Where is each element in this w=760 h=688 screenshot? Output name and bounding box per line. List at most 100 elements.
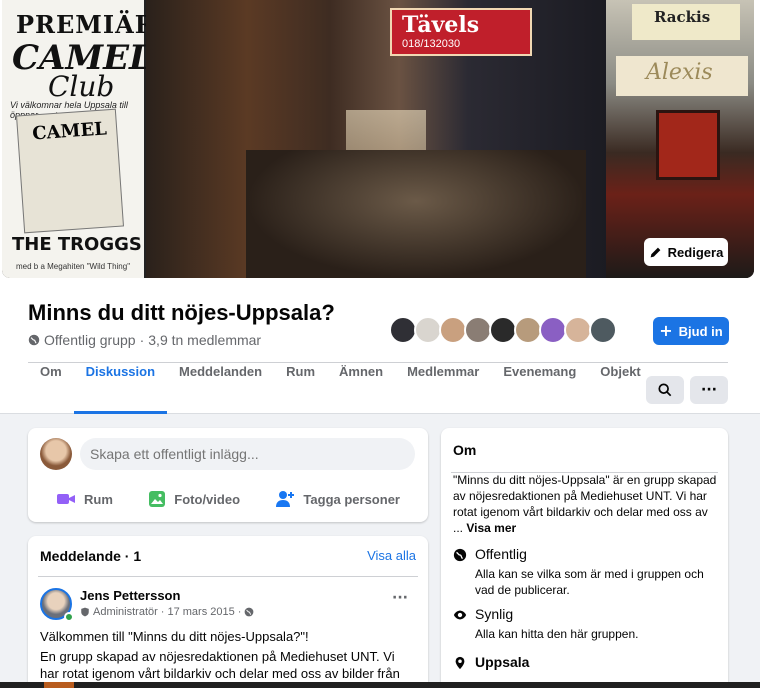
- avatar[interactable]: [439, 316, 467, 344]
- about-item-desc: Alla kan se vilka som är med i gruppen o…: [475, 567, 704, 597]
- room-button[interactable]: Rum: [40, 484, 129, 514]
- poster-text: THE TROGGS: [12, 234, 142, 255]
- avatar[interactable]: [589, 316, 617, 344]
- avatar[interactable]: [489, 316, 517, 344]
- tab-objekt[interactable]: Objekt: [588, 364, 652, 414]
- taskbar: [0, 682, 760, 688]
- about-item-title[interactable]: Uppsala: [475, 654, 529, 670]
- room-label: Rum: [84, 491, 113, 507]
- more-icon: ···: [701, 382, 717, 398]
- divider: [38, 576, 418, 577]
- rackis-sign: Rackis: [632, 4, 740, 40]
- about-item-public: Offentlig Alla kan se vilka som är med i…: [453, 546, 721, 597]
- tag-people-button[interactable]: Tagga personer: [259, 484, 416, 514]
- group-subtitle: Offentlig grupp · 3,9 tn medlemmar: [28, 332, 261, 348]
- tab-amnen[interactable]: Ämnen: [327, 364, 395, 414]
- tab-meddelanden[interactable]: Meddelanden: [167, 364, 274, 414]
- taskbar-app[interactable]: [44, 682, 74, 688]
- about-item-visible: Synlig Alla kan hitta den här gruppen.: [453, 606, 721, 646]
- avatar[interactable]: [40, 438, 72, 470]
- post-role: Administratör: [93, 606, 158, 618]
- about-card: Om "Minns du ditt nöjes-Uppsala" är en g…: [441, 428, 728, 688]
- street-sign-name: Tävels: [402, 12, 480, 38]
- group-tabs: Om Diskussion Meddelanden Rum Ämnen Medl…: [28, 364, 653, 414]
- post-meta: Administratör · 17 mars 2015 ·: [80, 606, 254, 618]
- invite-button[interactable]: + Bjud in: [653, 317, 729, 345]
- avatar[interactable]: [539, 316, 567, 344]
- location-pin-icon: [455, 656, 465, 670]
- edit-cover-button[interactable]: Redigera: [644, 238, 728, 266]
- alexis-sign: Alexis: [616, 56, 748, 96]
- globe-icon: [453, 548, 467, 562]
- divider: [28, 362, 728, 363]
- tab-evenemang[interactable]: Evenemang: [491, 364, 588, 414]
- about-item-title: Offentlig: [475, 546, 527, 562]
- eye-icon: [453, 610, 467, 620]
- poster-text: med b a Megahiten "Wild Thing": [16, 262, 131, 271]
- cover-area: PREMIÄR CAMEL Club Vi välkomnar hela Upp…: [0, 0, 760, 282]
- photo-icon: [149, 491, 166, 507]
- admin-shield-icon: [81, 607, 89, 617]
- camel-club-poster: PREMIÄR CAMEL Club Vi välkomnar hela Upp…: [2, 0, 155, 278]
- poster-text: CAMEL: [31, 118, 108, 145]
- avatar[interactable]: [564, 316, 592, 344]
- announcements-title: Meddelande · 1: [40, 548, 142, 564]
- globe-icon: [245, 607, 254, 617]
- create-post-input[interactable]: [80, 438, 415, 470]
- post-text: Välkommen till "Minns du ditt nöjes-Upps…: [40, 629, 309, 644]
- post-more-icon[interactable]: ···: [392, 590, 408, 606]
- tab-diskussion[interactable]: Diskussion: [73, 364, 168, 414]
- composer-actions: Rum Foto/video Tagga personer: [40, 484, 416, 514]
- street-scene-photo: Tävels 018/132030: [146, 0, 606, 278]
- avatar[interactable]: [414, 316, 442, 344]
- photo-video-button[interactable]: Foto/video: [132, 484, 256, 514]
- avatar[interactable]: [389, 316, 417, 344]
- group-privacy[interactable]: Offentlig grupp: [44, 332, 136, 348]
- post-author[interactable]: Jens Pettersson: [80, 588, 180, 603]
- about-title: Om: [453, 442, 477, 458]
- red-door: [656, 110, 720, 180]
- street-sign-phone: 018/132030: [402, 38, 461, 50]
- more-options-button[interactable]: ···: [690, 376, 728, 404]
- poster-text: PREMIÄR: [16, 10, 156, 39]
- tab-rum[interactable]: Rum: [274, 364, 327, 414]
- announcements-card: Meddelande · 1 Visa alla Jens Pettersson…: [28, 536, 428, 688]
- avatar[interactable]: [464, 316, 492, 344]
- plus-icon: +: [659, 321, 673, 340]
- tag-people-label: Tagga personer: [303, 491, 400, 507]
- video-room-icon: [57, 494, 75, 504]
- about-item-desc: Alla kan hitta den här gruppen.: [475, 627, 639, 641]
- separator: ·: [160, 606, 165, 618]
- member-count[interactable]: 3,9 tn medlemmar: [148, 332, 261, 348]
- venue-signs-photo: Rackis Alexis: [606, 0, 754, 278]
- avatar[interactable]: [514, 316, 542, 344]
- tab-om[interactable]: Om: [28, 364, 74, 414]
- street-sign: Tävels 018/132030: [390, 8, 532, 56]
- group-title[interactable]: Minns du ditt nöjes-Uppsala?: [28, 300, 335, 326]
- photo-video-label: Foto/video: [174, 491, 241, 507]
- separator: ·: [237, 606, 242, 618]
- poster-text: Club: [48, 70, 115, 103]
- about-item-title: Synlig: [475, 606, 514, 622]
- pencil-icon: [650, 247, 661, 257]
- online-status-dot: [64, 612, 74, 622]
- search-icon: [658, 383, 672, 397]
- post-composer: Rum Foto/video Tagga personer: [28, 428, 428, 522]
- group-header: Minns du ditt nöjes-Uppsala? Offentlig g…: [0, 282, 760, 414]
- about-description: "Minns du ditt nöjes-Uppsala" är en grup…: [453, 472, 719, 536]
- crowd: [246, 150, 586, 278]
- tab-medlemmar[interactable]: Medlemmar: [395, 364, 491, 414]
- post-date[interactable]: 17 mars 2015: [167, 606, 234, 618]
- separator: ·: [139, 332, 145, 348]
- cover-photo[interactable]: PREMIÄR CAMEL Club Vi välkomnar hela Upp…: [2, 0, 754, 278]
- cigarette-pack: CAMEL: [16, 108, 124, 234]
- about-item-location: Uppsala: [453, 654, 721, 678]
- see-more-link[interactable]: Visa mer: [466, 521, 516, 535]
- see-all-link[interactable]: Visa alla: [367, 548, 416, 563]
- invite-label: Bjud in: [678, 323, 723, 339]
- edit-cover-label: Redigera: [667, 244, 724, 260]
- tag-people-icon: [276, 491, 295, 507]
- member-avatars[interactable]: [389, 316, 617, 344]
- globe-icon: [28, 334, 40, 346]
- search-button[interactable]: [646, 376, 684, 404]
